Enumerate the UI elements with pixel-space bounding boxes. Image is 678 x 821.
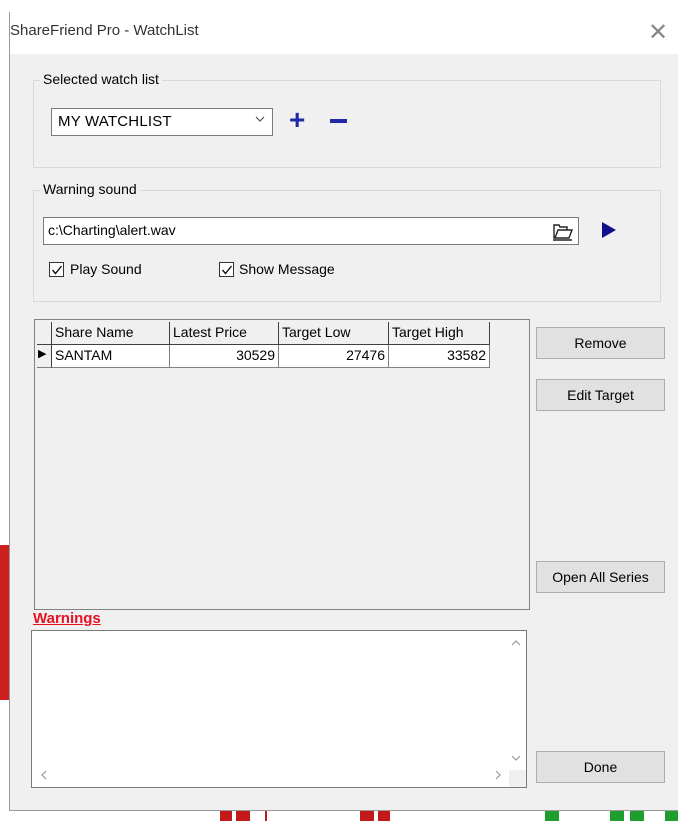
watchlist-grid[interactable]: Share Name Latest Price Target Low Targe… bbox=[34, 319, 530, 610]
grid-corner bbox=[37, 322, 52, 345]
warnings-textarea[interactable] bbox=[31, 630, 527, 788]
cell-target-low[interactable]: 27476 bbox=[279, 345, 389, 368]
row-indicator[interactable]: ▶ bbox=[37, 345, 52, 368]
watchlist-group-label: Selected watch list bbox=[40, 71, 162, 87]
show-message-label: Show Message bbox=[239, 261, 335, 277]
play-sound-label: Play Sound bbox=[70, 261, 142, 277]
remove-button[interactable]: Remove bbox=[536, 327, 665, 359]
window-title: ShareFriend Pro - WatchList bbox=[10, 22, 199, 39]
scrollbar-corner bbox=[509, 770, 526, 787]
watchlist-selected-value: MY WATCHLIST bbox=[58, 113, 172, 130]
column-header-latest-price[interactable]: Latest Price bbox=[170, 322, 279, 345]
column-header-share-name[interactable]: Share Name bbox=[52, 322, 170, 345]
cell-target-high[interactable]: 33582 bbox=[389, 345, 490, 368]
column-header-target-low[interactable]: Target Low bbox=[279, 322, 389, 345]
background-chart-strip bbox=[210, 811, 678, 821]
play-sound-checkbox[interactable] bbox=[49, 262, 64, 277]
show-message-checkbox[interactable] bbox=[219, 262, 234, 277]
sound-file-input[interactable]: c:\Charting\alert.wav bbox=[43, 217, 579, 245]
watchlist-group: Selected watch list MY WATCHLIST + bbox=[33, 71, 661, 168]
warning-sound-group-label: Warning sound bbox=[40, 181, 140, 197]
cell-share-name[interactable]: SANTAM bbox=[52, 345, 170, 368]
scroll-left-icon[interactable] bbox=[40, 770, 48, 783]
edit-target-button[interactable]: Edit Target bbox=[536, 379, 665, 411]
warning-sound-group: Warning sound c:\Charting\alert.wav Play… bbox=[33, 181, 661, 302]
done-button[interactable]: Done bbox=[536, 751, 665, 783]
remove-watchlist-button[interactable] bbox=[330, 100, 350, 140]
cell-latest-price[interactable]: 30529 bbox=[170, 345, 279, 368]
close-button[interactable]: ✕ bbox=[638, 14, 678, 52]
chevron-down-icon bbox=[254, 113, 266, 128]
play-icon[interactable] bbox=[602, 222, 616, 238]
column-header-target-high[interactable]: Target High bbox=[389, 322, 490, 345]
scroll-right-icon[interactable] bbox=[494, 770, 502, 783]
add-watchlist-button[interactable]: + bbox=[289, 100, 305, 140]
folder-open-icon[interactable] bbox=[552, 221, 574, 241]
minus-icon bbox=[330, 119, 347, 123]
close-icon: ✕ bbox=[647, 19, 669, 46]
plus-icon: + bbox=[289, 104, 306, 135]
warnings-label: Warnings bbox=[33, 610, 101, 627]
sound-file-path: c:\Charting\alert.wav bbox=[48, 222, 176, 238]
scroll-up-icon[interactable] bbox=[511, 639, 521, 650]
watchlist-window: ShareFriend Pro - WatchList ✕ Selected w… bbox=[9, 12, 678, 811]
open-all-series-button[interactable]: Open All Series bbox=[536, 561, 665, 593]
watchlist-dropdown[interactable]: MY WATCHLIST bbox=[51, 108, 273, 136]
scroll-down-icon[interactable] bbox=[511, 754, 521, 765]
title-bar: ShareFriend Pro - WatchList ✕ bbox=[10, 12, 678, 54]
